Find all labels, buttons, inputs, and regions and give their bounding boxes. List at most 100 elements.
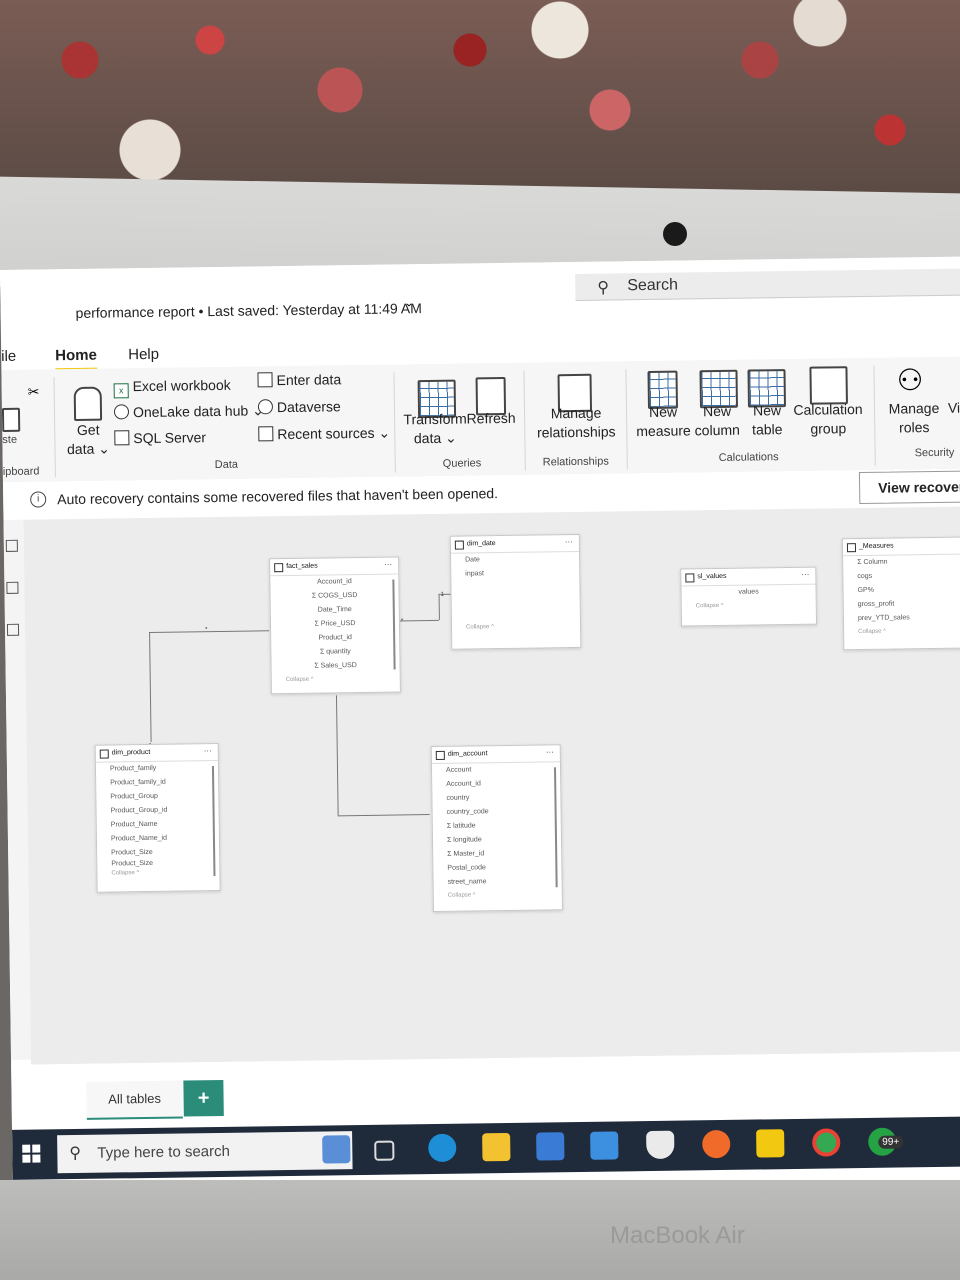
table-name: dim_date [466, 540, 496, 548]
file-explorer-icon[interactable] [482, 1132, 511, 1162]
relationship-line [398, 619, 439, 622]
recent-sources-label: Recent sources ⌄ [277, 424, 391, 443]
table-icon [257, 372, 273, 388]
table-icon [99, 749, 109, 759]
collapse-link[interactable]: Collapse ^ [682, 599, 816, 613]
many-marker: * [400, 618, 404, 625]
search-input[interactable]: ⚲ Search [575, 268, 960, 301]
task-view-icon[interactable] [374, 1140, 395, 1161]
table-icon [274, 563, 284, 573]
tab-all-tables[interactable]: All tables [86, 1080, 183, 1120]
report-view-icon[interactable] [5, 539, 18, 552]
firefox-icon[interactable] [702, 1129, 731, 1159]
enter-data-button[interactable]: Enter data [257, 371, 341, 388]
sql-server-label: SQL Server [133, 429, 207, 447]
more-options-icon[interactable]: ··· [801, 570, 809, 579]
tab-home[interactable]: Home [55, 346, 98, 372]
model-canvas[interactable]: * 1 1 * fact_sales··· Account_id Σ COGS_… [23, 506, 960, 1065]
relationship-line [337, 814, 430, 817]
onelake-label: OneLake data hub ⌄ [132, 402, 264, 421]
more-options-icon[interactable]: ··· [565, 537, 573, 546]
collapse-link[interactable]: Collapse ^ [452, 620, 580, 634]
window-title: performance report • Last saved: Yesterd… [75, 300, 422, 321]
dataverse-label: Dataverse [276, 398, 341, 416]
relationships-group-label: Relationships [542, 455, 609, 469]
mail-icon[interactable] [590, 1131, 619, 1160]
table-card-measures[interactable]: _Measures Σ Column cogs GP% gross_profit… [841, 536, 960, 651]
calculation-group-button[interactable]: Calculation group [790, 400, 867, 439]
table-card-sl-values[interactable]: sl_values ··· values Collapse ^ [680, 566, 818, 627]
table-view-icon[interactable] [6, 581, 19, 594]
edge-icon[interactable] [428, 1133, 457, 1163]
transform-data-button[interactable]: Transform data ⌄ [402, 409, 469, 448]
add-layout-button[interactable]: + [183, 1079, 224, 1117]
windows-start-icon[interactable] [22, 1144, 41, 1163]
collapse-link[interactable]: Collapse ^ [97, 867, 219, 879]
data-group-label: Data [214, 458, 239, 472]
table-name: sl_values [697, 572, 727, 581]
field[interactable]: prev_YTD_sales [844, 610, 960, 626]
screen: performance report • Last saved: Yesterd… [0, 256, 960, 1195]
new-column-button[interactable]: New column [692, 402, 743, 441]
webcam [663, 222, 687, 246]
widgets-icon[interactable] [322, 1135, 351, 1164]
tab-help[interactable]: Help [128, 346, 159, 363]
excel-workbook-label: Excel workbook [132, 376, 231, 395]
paste-icon[interactable] [1, 407, 21, 432]
calculation-group-icon [809, 366, 848, 405]
manage-roles-icon: ⚇ [896, 364, 924, 398]
shield-icon[interactable] [646, 1130, 675, 1160]
manage-relationships-button[interactable]: Manage relationships [532, 403, 621, 442]
more-options-icon[interactable]: ··· [204, 746, 212, 755]
table-icon [435, 750, 445, 760]
table-name: dim_account [447, 750, 488, 758]
layout-tabs-bar: All tables + [11, 1051, 960, 1125]
new-table-button[interactable]: New table [744, 401, 791, 440]
tab-file[interactable]: ile [1, 348, 16, 365]
table-card-dim-date[interactable]: dim_date ··· Date inpast Collapse ^ [449, 533, 582, 650]
model-view-icon[interactable] [6, 623, 20, 636]
many-marker: * [205, 627, 208, 634]
onelake-button[interactable]: OneLake data hub ⌄ [113, 402, 264, 421]
collapse-link[interactable]: Collapse ^ [844, 624, 960, 638]
table-card-fact-sales[interactable]: fact_sales ··· Account_id Σ COGS_USD Date… [269, 556, 401, 695]
table-card-dim-account[interactable]: dim_account ··· Account Account_id countr… [430, 744, 563, 913]
title-dropdown-icon[interactable]: ⌄ [404, 296, 413, 309]
view-as-button[interactable]: Vi [946, 399, 960, 418]
chrome-icon[interactable] [812, 1128, 841, 1157]
relationship-line [149, 630, 270, 633]
excel-icon: x [113, 383, 129, 399]
power-bi-icon[interactable] [756, 1129, 785, 1158]
excel-workbook-button[interactable]: x Excel workbook [113, 376, 231, 399]
table-name: fact_sales [286, 562, 318, 571]
calculations-group-label: Calculations [718, 451, 779, 464]
recent-sources-button[interactable]: Recent sources ⌄ [258, 425, 390, 444]
security-group-label: Security [914, 446, 955, 460]
cut-icon[interactable]: ✂ [28, 383, 40, 400]
view-recovered-files-button[interactable]: View recover [858, 469, 960, 505]
table-card-dim-product[interactable]: dim_product ··· Product_family Product_fa… [94, 742, 221, 893]
search-icon: ⚲ [597, 279, 610, 297]
search-placeholder: Search [627, 276, 679, 295]
get-data-button[interactable]: Get data ⌄ [62, 420, 115, 459]
taskbar-search-input[interactable]: ⚲ Type here to search [57, 1131, 353, 1174]
table-icon [846, 543, 857, 553]
table-name: _Measures [858, 542, 894, 551]
sql-server-icon [114, 430, 130, 446]
refresh-button[interactable]: Refresh [466, 409, 516, 429]
recent-sources-icon [258, 426, 274, 442]
windows-taskbar: ⚲ Type here to search 99+ [12, 1116, 960, 1180]
table-icon [685, 573, 695, 583]
new-measure-button[interactable]: New measure [636, 402, 691, 441]
more-options-icon[interactable]: ··· [384, 560, 392, 569]
database-icon [73, 386, 103, 421]
collapse-link[interactable]: Collapse ^ [272, 672, 400, 686]
dataverse-button[interactable]: Dataverse [257, 398, 341, 416]
enter-data-label: Enter data [276, 371, 342, 389]
manage-roles-button[interactable]: Manage roles [884, 399, 945, 438]
sql-server-button[interactable]: SQL Server [114, 429, 206, 446]
field[interactable]: gross_profit [844, 596, 960, 612]
more-options-icon[interactable]: ··· [546, 747, 554, 756]
store-icon[interactable] [536, 1132, 565, 1161]
collapse-link[interactable]: Collapse ^ [434, 888, 562, 902]
